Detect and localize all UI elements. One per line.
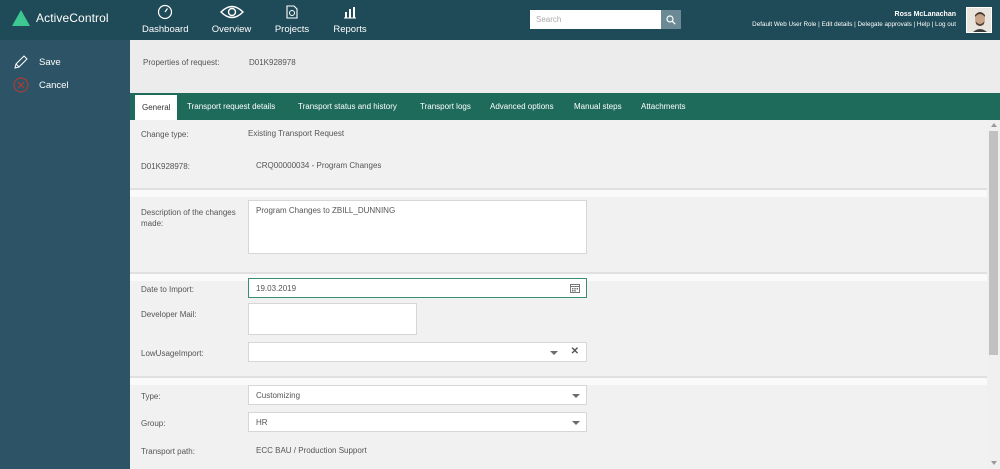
section-description: Description of the changes made: Program… [130,197,987,273]
cancel-label: Cancel [39,79,69,91]
nav-overview[interactable]: Overview [211,4,252,35]
clear-icon[interactable]: ✕ [571,346,579,357]
logo-icon [12,10,30,26]
tab-manual-steps[interactable]: Manual steps [574,93,622,120]
transport-path-value: ECC BAU / Production Support [256,446,367,455]
section-divider [130,189,987,197]
group-value: HR [256,418,268,427]
type-label: Type: [141,392,161,401]
low-usage-import-label: LowUsageImport: [141,349,204,358]
save-button[interactable]: Save [12,53,61,71]
change-type-label: Change type: [141,130,189,139]
change-type-value: Existing Transport Request [248,129,345,138]
developer-mail-label: Developer Mail: [141,310,197,319]
app-name: ActiveControl [36,11,109,25]
projects-icon [286,5,298,19]
cancel-button[interactable]: Cancel [12,76,69,94]
group-label: Group: [141,419,166,428]
search-input[interactable] [530,10,661,29]
date-import-input[interactable]: 19.03.2019 [248,278,587,298]
pencil-icon [14,55,28,69]
tab-advanced-options[interactable]: Advanced options [490,93,554,120]
tab-attachments[interactable]: Attachments [641,93,685,120]
group-select[interactable]: HR [248,412,587,432]
properties-header: Properties of request: D01K928978 [130,40,1000,92]
nav-overview-label: Overview [211,24,252,35]
scroll-down-icon[interactable] [991,461,997,465]
nav-projects[interactable]: Projects [274,4,310,35]
request-label: D01K928978: [141,162,190,171]
general-form: Change type: Existing Transport Request … [130,120,987,469]
tab-transport-request-details[interactable]: Transport request details [187,93,275,120]
user-name: Ross McLanachan [894,11,956,18]
vertical-scrollbar[interactable] [987,120,1000,469]
calendar-icon[interactable] [570,283,580,293]
chevron-down-icon[interactable] [572,421,580,425]
date-import-value: 19.03.2019 [256,284,297,293]
scrollbar-thumb[interactable] [989,131,998,355]
request-value: CRQ00000034 - Program Changes [256,161,382,170]
user-menu: Ross McLanachan Default Web User Role | … [752,11,956,28]
section-import: Date to Import: 19.03.2019 Developer Mai… [130,278,987,377]
app-logo[interactable]: ActiveControl [12,10,109,26]
chart-icon [344,7,356,19]
description-label: Description of the changes made: [141,208,236,228]
nav-dashboard-label: Dashboard [142,24,189,35]
tab-transport-logs[interactable]: Transport logs [420,93,471,120]
description-textarea[interactable]: Program Changes to ZBILL_DUNNING [248,200,587,254]
description-text: Program Changes to ZBILL_DUNNING [256,206,396,215]
transport-path-label: Transport path: [141,447,195,456]
user-photo-icon [967,8,991,32]
gauge-icon [157,4,173,20]
type-select[interactable]: Customizing [248,385,587,405]
search-button[interactable] [661,10,681,29]
tab-transport-status-history[interactable]: Transport status and history [298,93,397,120]
tab-general[interactable]: General [135,95,178,120]
nav-dashboard[interactable]: Dashboard [142,4,188,35]
properties-value: D01K928978 [249,58,296,67]
scroll-up-icon[interactable] [991,123,997,127]
section-classification: Type: Customizing Group: HR Transport pa… [130,385,987,469]
user-links[interactable]: Default Web User Role | Edit details | D… [752,21,956,28]
nav-projects-label: Projects [274,24,310,35]
top-navigation-bar: ActiveControl Dashboard Overview Project… [0,0,1000,40]
search-icon [666,14,676,25]
tab-bar: General Transport request details Transp… [130,93,1000,120]
nav-reports[interactable]: Reports [332,4,368,35]
eye-icon [219,5,244,19]
developer-mail-input[interactable] [248,303,417,335]
cancel-icon [13,77,29,93]
chevron-down-icon[interactable] [550,351,558,355]
low-usage-import-select[interactable]: ✕ [248,342,587,362]
type-value: Customizing [256,391,301,400]
save-label: Save [39,56,61,68]
avatar[interactable] [966,7,992,33]
nav-reports-label: Reports [333,24,367,35]
action-sidebar: Save Cancel [0,40,130,469]
section-divider [130,377,987,385]
chevron-down-icon[interactable] [572,394,580,398]
section-change-info: Change type: Existing Transport Request … [130,120,987,189]
date-import-label: Date to Import: [141,285,194,294]
properties-label: Properties of request: [143,58,220,67]
